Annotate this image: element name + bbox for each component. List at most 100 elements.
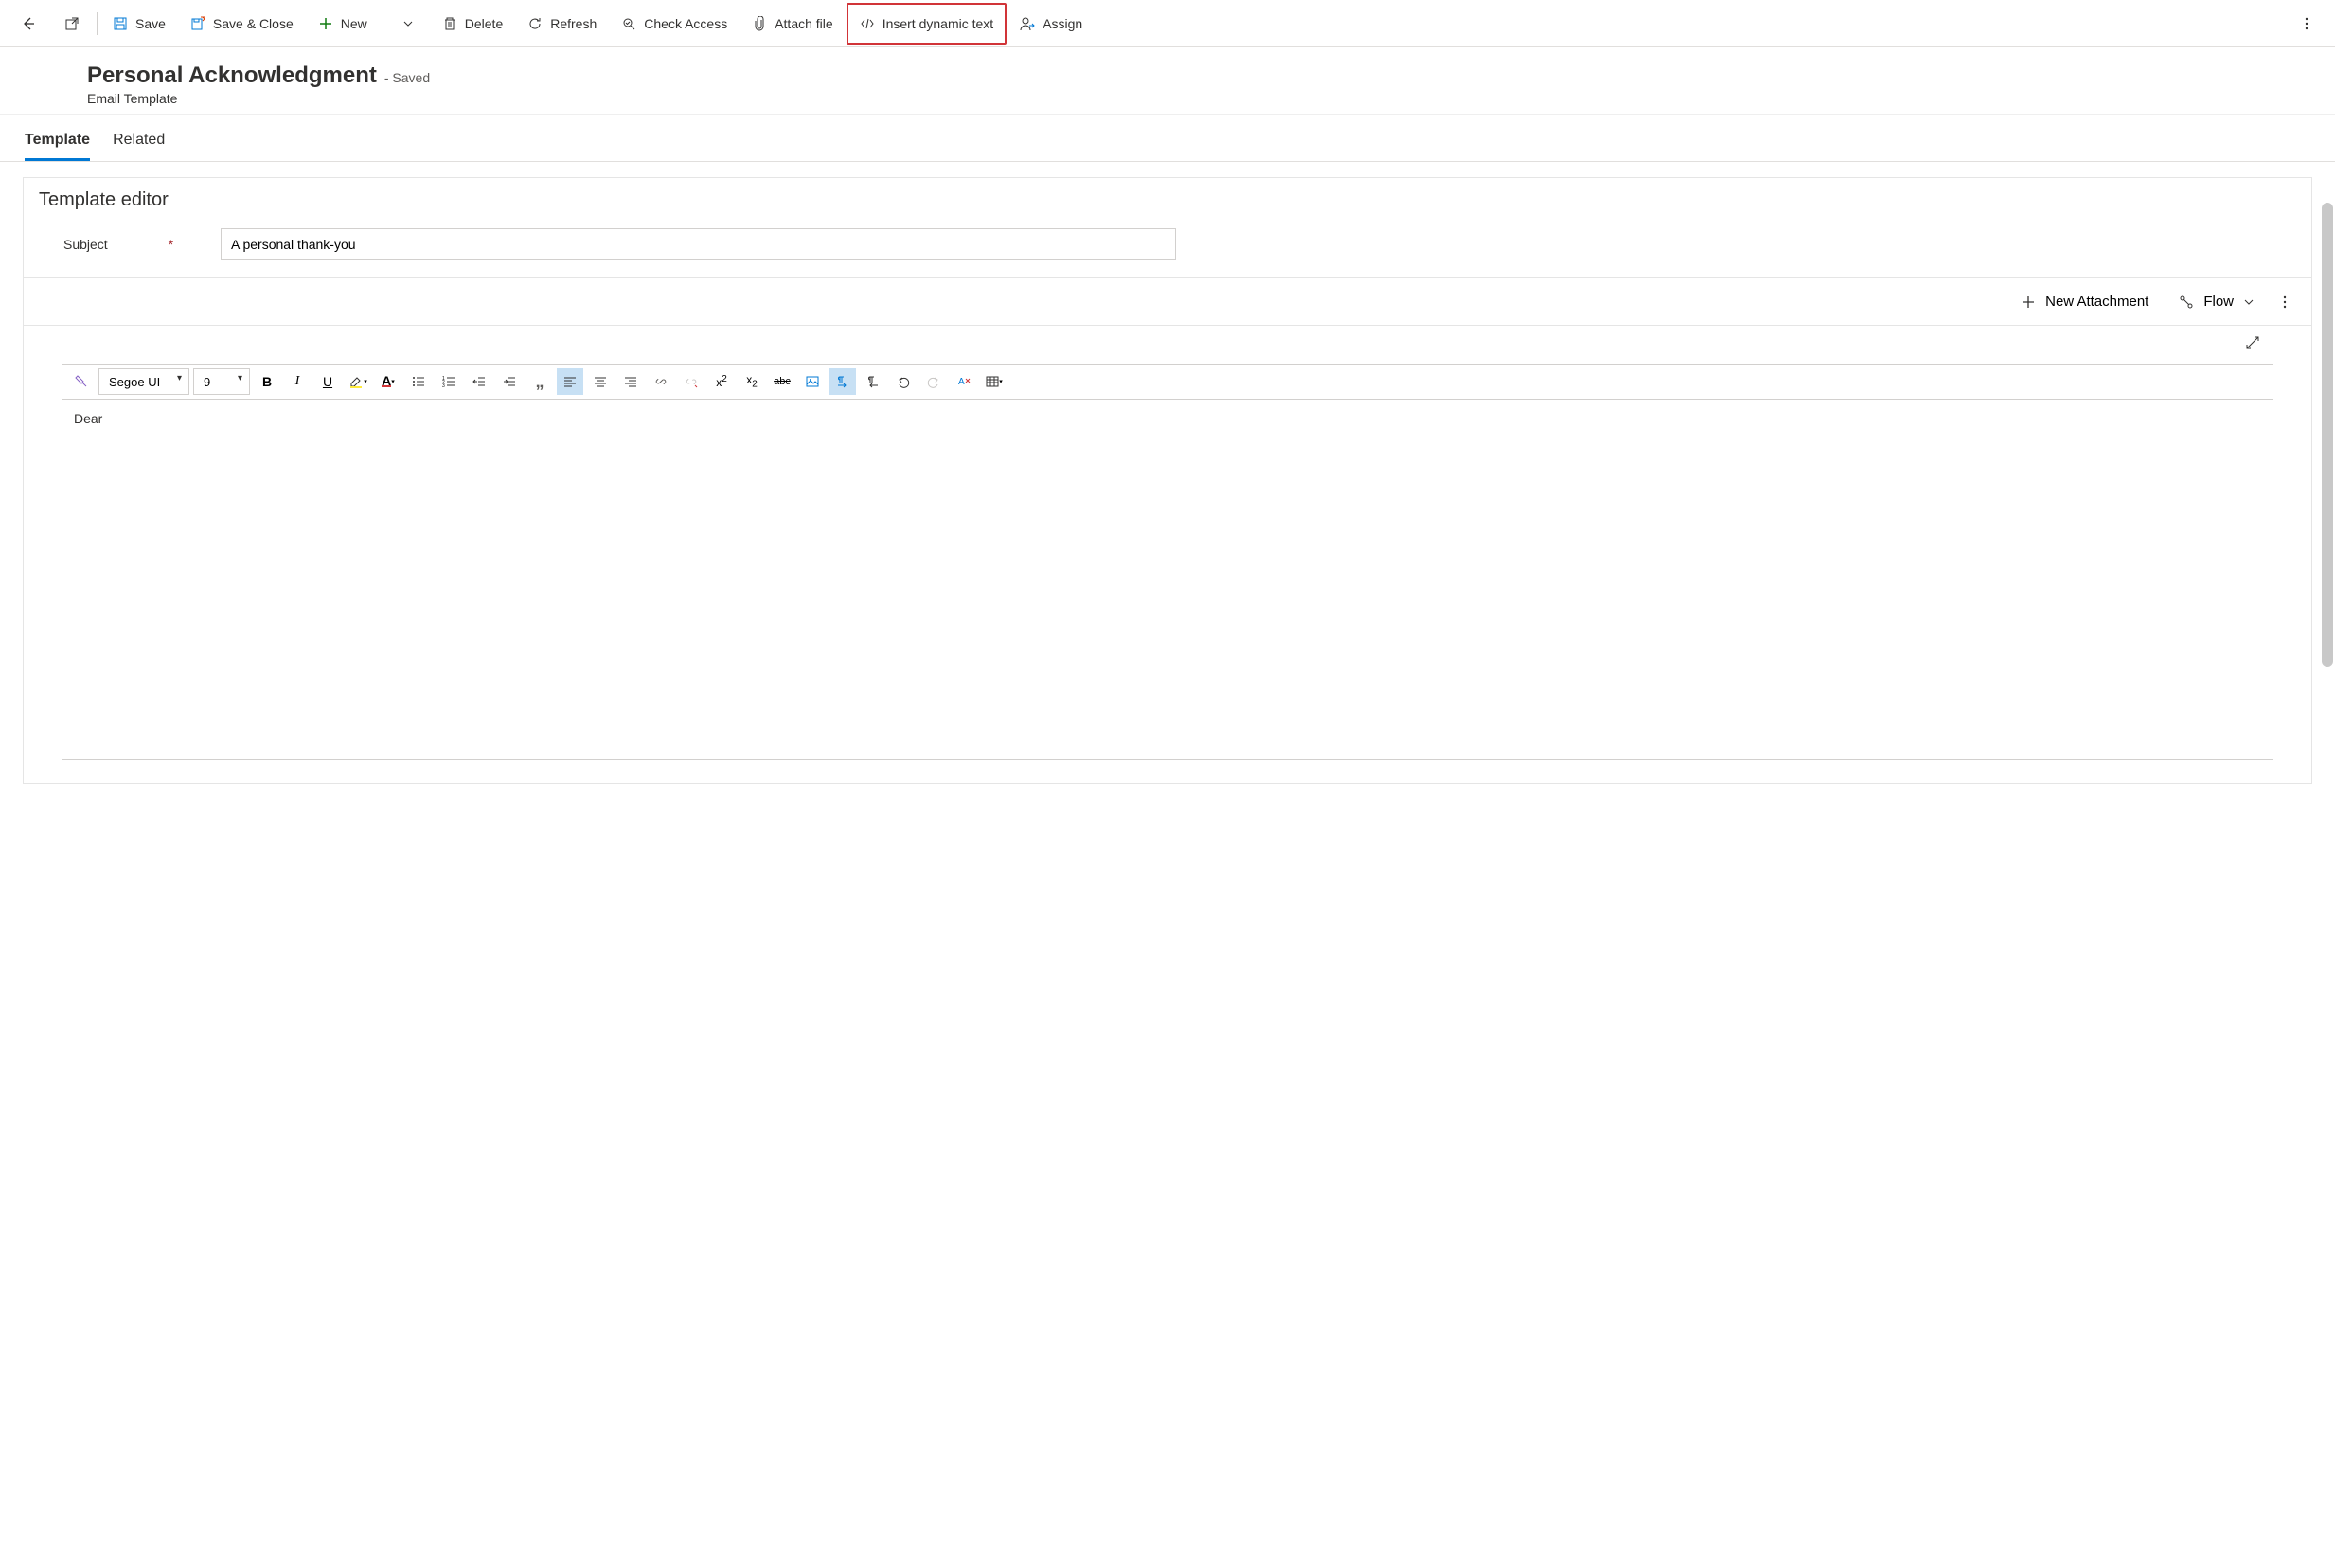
flow-icon <box>2179 294 2194 310</box>
attachment-overflow-button[interactable] <box>2273 287 2296 317</box>
save-close-icon <box>190 16 205 31</box>
new-label: New <box>341 16 367 31</box>
check-access-button[interactable]: Check Access <box>610 3 739 45</box>
attachment-bar: New Attachment Flow <box>24 278 2311 326</box>
underline-button[interactable]: U <box>314 368 341 395</box>
redo-icon <box>927 375 940 388</box>
code-icon <box>860 16 875 31</box>
format-painter-button[interactable] <box>68 368 95 395</box>
refresh-button[interactable]: Refresh <box>516 3 608 45</box>
popout-icon <box>64 16 80 31</box>
check-access-label: Check Access <box>644 16 727 31</box>
arrow-left-icon <box>20 15 37 32</box>
assign-button[interactable]: Assign <box>1008 3 1094 45</box>
align-center-icon <box>594 375 607 388</box>
align-right-button[interactable] <box>617 368 644 395</box>
tabs: Template Related <box>0 115 2335 162</box>
attach-file-label: Attach file <box>775 16 832 31</box>
save-icon <box>113 16 128 31</box>
font-color-button[interactable]: A ▾ <box>375 368 401 395</box>
number-list-button[interactable]: 123 <box>436 368 462 395</box>
clear-format-icon: A <box>957 375 971 388</box>
paint-icon <box>74 374 89 389</box>
tab-template[interactable]: Template <box>25 124 90 161</box>
unlink-button[interactable] <box>678 368 704 395</box>
save-close-label: Save & Close <box>213 16 294 31</box>
rte-toolbar: B I U ▾ A ▾ 123 <box>62 365 2273 400</box>
new-button[interactable]: New <box>307 3 379 45</box>
superscript-icon: x2 <box>716 374 727 389</box>
save-button[interactable]: Save <box>101 3 177 45</box>
scroll-thumb[interactable] <box>2322 203 2333 667</box>
assign-label: Assign <box>1043 16 1082 31</box>
undo-button[interactable] <box>890 368 917 395</box>
number-list-icon: 123 <box>442 375 455 388</box>
strike-icon: abc <box>774 376 791 387</box>
align-center-button[interactable] <box>587 368 614 395</box>
rich-text-editor: B I U ▾ A ▾ 123 <box>62 364 2273 760</box>
bold-icon: B <box>262 374 272 389</box>
superscript-button[interactable]: x2 <box>708 368 735 395</box>
flow-button[interactable]: Flow <box>2167 286 2266 317</box>
popout-button[interactable] <box>51 3 93 45</box>
table-button[interactable]: ▾ <box>981 368 1007 395</box>
new-attachment-button[interactable]: New Attachment <box>2009 286 2160 317</box>
assign-icon <box>1020 16 1035 31</box>
indent-icon <box>503 375 516 388</box>
italic-button[interactable]: I <box>284 368 311 395</box>
link-button[interactable] <box>648 368 674 395</box>
subject-field-row: Subject * <box>24 223 2311 278</box>
tab-related[interactable]: Related <box>113 124 165 161</box>
ltr-button[interactable] <box>829 368 856 395</box>
command-bar: Save Save & Close New Delete Refresh Che… <box>0 0 2335 47</box>
paperclip-icon <box>752 16 767 31</box>
plus-icon <box>2021 294 2036 310</box>
indent-button[interactable] <box>496 368 523 395</box>
image-icon <box>806 375 819 388</box>
image-button[interactable] <box>799 368 826 395</box>
font-name-select[interactable] <box>98 368 189 395</box>
blockquote-button[interactable]: „ <box>526 368 553 395</box>
chevron-down-icon <box>2243 296 2255 308</box>
rtl-button[interactable] <box>860 368 886 395</box>
outdent-button[interactable] <box>466 368 492 395</box>
align-left-icon <box>563 375 577 388</box>
ltr-icon <box>836 375 849 388</box>
bullet-list-button[interactable] <box>405 368 432 395</box>
new-attachment-label: New Attachment <box>2045 294 2148 310</box>
save-label: Save <box>135 16 166 31</box>
clear-format-button[interactable]: A <box>951 368 977 395</box>
highlight-button[interactable]: ▾ <box>345 368 371 395</box>
delete-button[interactable]: Delete <box>431 3 514 45</box>
redo-button[interactable] <box>920 368 947 395</box>
expand-icon <box>2245 335 2260 350</box>
new-dropdown[interactable] <box>387 3 429 45</box>
insert-dynamic-text-button[interactable]: Insert dynamic text <box>847 3 1007 45</box>
outdent-icon <box>472 375 486 388</box>
editor-body[interactable]: Dear <box>62 400 2273 759</box>
trash-icon <box>442 16 457 31</box>
attach-file-button[interactable]: Attach file <box>740 3 844 45</box>
overflow-button[interactable] <box>2286 3 2327 45</box>
save-close-button[interactable]: Save & Close <box>179 3 305 45</box>
subject-input[interactable] <box>221 228 1176 260</box>
font-size-select[interactable] <box>193 368 250 395</box>
scrollbar[interactable] <box>2322 203 2333 667</box>
more-vertical-icon <box>2277 294 2292 310</box>
svg-text:3: 3 <box>442 383 445 388</box>
chevron-down-icon <box>402 18 414 29</box>
unlink-icon <box>685 375 698 388</box>
strikethrough-button[interactable]: abc <box>769 368 795 395</box>
expand-button[interactable] <box>2239 330 2266 356</box>
plus-icon <box>318 16 333 31</box>
svg-text:A: A <box>958 377 965 387</box>
back-button[interactable] <box>8 3 49 45</box>
align-left-button[interactable] <box>557 368 583 395</box>
subscript-button[interactable]: x2 <box>739 368 765 395</box>
subject-label-text: Subject <box>63 237 108 252</box>
quote-icon: „ <box>536 372 544 392</box>
subscript-icon: x2 <box>746 373 758 389</box>
editor-section: B I U ▾ A ▾ 123 <box>24 326 2311 783</box>
separator <box>97 12 98 35</box>
bold-button[interactable]: B <box>254 368 280 395</box>
